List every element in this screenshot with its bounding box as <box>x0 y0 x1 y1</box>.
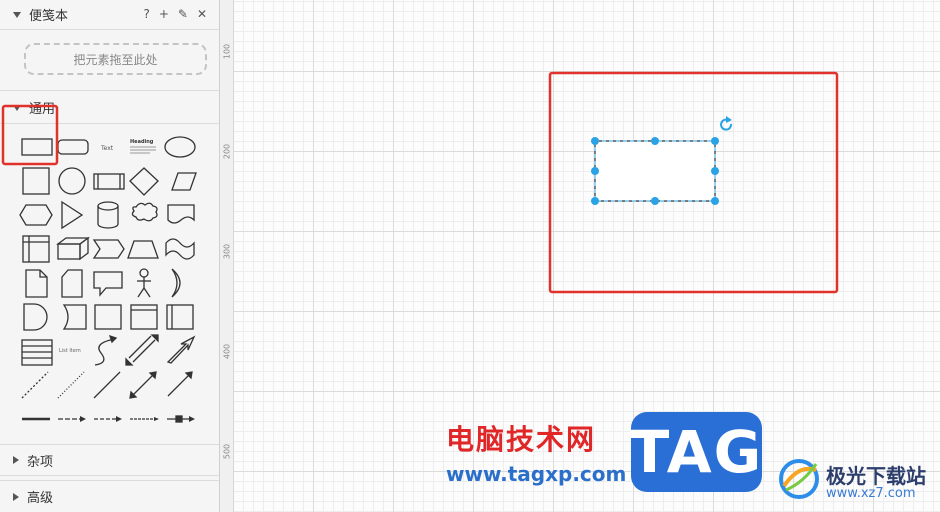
resize-handle[interactable] <box>591 137 599 145</box>
resize-handle[interactable] <box>711 137 719 145</box>
watermark-site-name: 电脑技术网 <box>446 423 597 456</box>
resize-handle[interactable] <box>591 197 599 205</box>
aurora-logo-icon <box>779 459 819 499</box>
resize-handle[interactable] <box>711 197 719 205</box>
watermark-tag-logo: TAG <box>629 412 764 492</box>
watermark-site-url: www.tagxp.com <box>446 462 627 486</box>
watermark-site2-name: 极光下载站 <box>826 464 926 488</box>
watermark-site2-url: www.xz7.com <box>826 486 916 501</box>
resize-handle[interactable] <box>711 167 719 175</box>
resize-handle[interactable] <box>651 197 659 205</box>
selected-rectangle[interactable] <box>594 140 716 202</box>
resize-handle[interactable] <box>651 137 659 145</box>
resize-handle[interactable] <box>591 167 599 175</box>
rotate-handle-icon[interactable] <box>720 116 733 131</box>
watermark-tag-text: TAG <box>629 418 764 486</box>
